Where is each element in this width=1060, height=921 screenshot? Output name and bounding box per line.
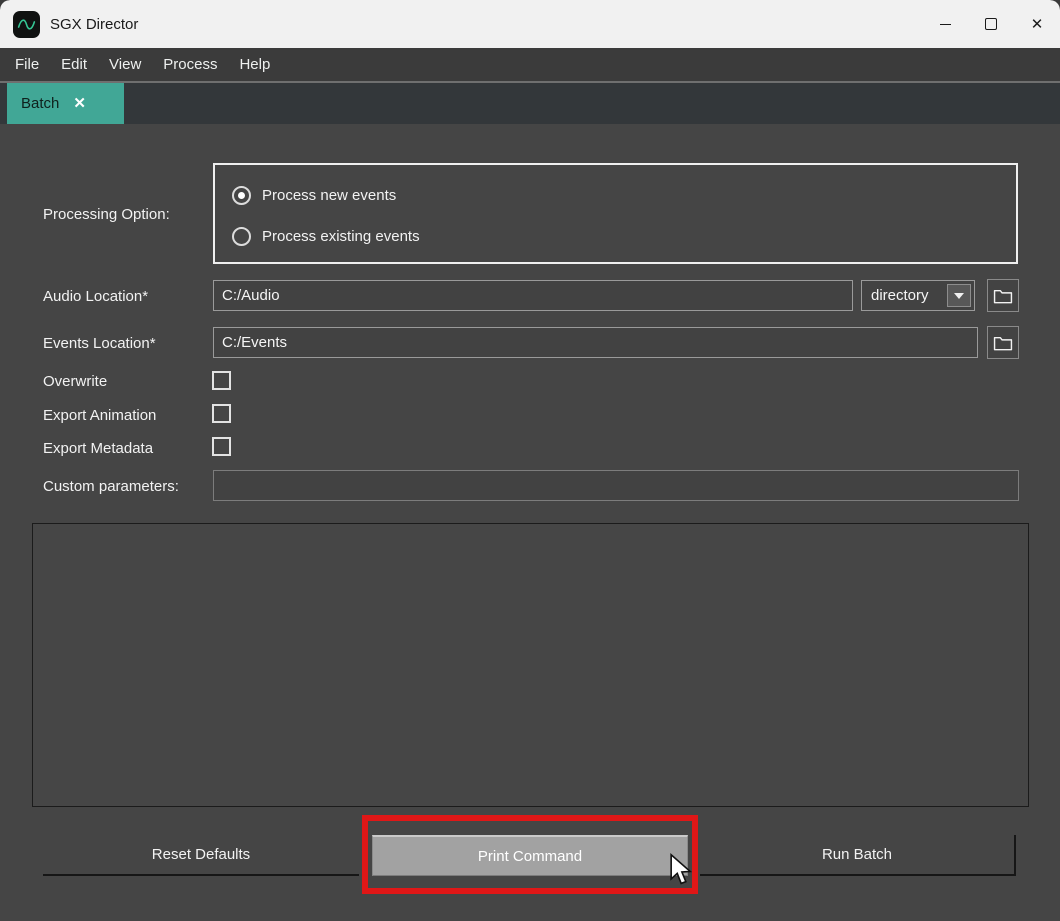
menu-view[interactable]: View — [98, 48, 152, 81]
export-animation-checkbox[interactable] — [212, 404, 231, 423]
titlebar: SGX Director ✕ — [0, 0, 1060, 48]
export-metadata-label: Export Metadata — [43, 440, 153, 457]
events-location-label: Events Location* — [43, 335, 156, 352]
processing-option-group: Process new events Process existing even… — [213, 163, 1018, 264]
chevron-down-icon — [954, 293, 964, 299]
custom-parameters-label: Custom parameters: — [43, 478, 179, 495]
audio-type-dropdown[interactable]: directory — [861, 280, 975, 311]
maximize-button[interactable] — [968, 0, 1014, 48]
radio-existing-events-label: Process existing events — [262, 228, 420, 245]
folder-icon — [993, 335, 1013, 351]
output-console[interactable] — [32, 523, 1029, 807]
radio-row-existing-events[interactable]: Process existing events — [232, 227, 420, 246]
menubar: File Edit View Process Help — [0, 48, 1060, 83]
menu-process[interactable]: Process — [152, 48, 228, 81]
export-animation-label: Export Animation — [43, 407, 156, 424]
overwrite-checkbox[interactable] — [212, 371, 231, 390]
reset-defaults-button[interactable]: Reset Defaults — [43, 835, 359, 876]
minimize-icon — [940, 24, 951, 25]
close-icon: ✕ — [1031, 17, 1044, 32]
app-logo-icon — [13, 11, 40, 38]
tab-bar: Batch ✕ — [0, 83, 1060, 124]
close-button[interactable]: ✕ — [1014, 0, 1060, 48]
window-title: SGX Director — [50, 16, 138, 33]
custom-parameters-input[interactable] — [213, 470, 1019, 501]
overwrite-label: Overwrite — [43, 373, 107, 390]
radio-selected-dot — [238, 192, 245, 199]
radio-existing-events[interactable] — [232, 227, 251, 246]
tab-batch-label: Batch — [21, 95, 59, 112]
radio-new-events-label: Process new events — [262, 187, 396, 204]
app-window: SGX Director ✕ File Edit View Process He… — [0, 0, 1060, 921]
folder-icon — [993, 288, 1013, 304]
audio-location-label: Audio Location* — [43, 288, 148, 305]
maximize-icon — [985, 18, 997, 30]
tab-batch[interactable]: Batch ✕ — [7, 83, 124, 124]
audio-type-dropdown-value: directory — [871, 287, 929, 304]
audio-browse-button[interactable] — [987, 279, 1019, 312]
export-metadata-checkbox[interactable] — [212, 437, 231, 456]
dropdown-arrow-button[interactable] — [947, 284, 971, 307]
events-location-input[interactable] — [213, 327, 978, 358]
processing-option-label: Processing Option: — [43, 206, 170, 223]
minimize-button[interactable] — [922, 0, 968, 48]
menu-help[interactable]: Help — [228, 48, 281, 81]
menu-file[interactable]: File — [4, 48, 50, 81]
audio-location-input[interactable] — [213, 280, 853, 311]
radio-new-events[interactable] — [232, 186, 251, 205]
menu-edit[interactable]: Edit — [50, 48, 98, 81]
radio-row-new-events[interactable]: Process new events — [232, 186, 396, 205]
tab-close-icon[interactable]: ✕ — [73, 96, 86, 111]
events-browse-button[interactable] — [987, 326, 1019, 359]
run-batch-button[interactable]: Run Batch — [700, 835, 1016, 876]
print-command-button[interactable]: Print Command — [372, 835, 688, 876]
window-controls: ✕ — [922, 0, 1060, 48]
